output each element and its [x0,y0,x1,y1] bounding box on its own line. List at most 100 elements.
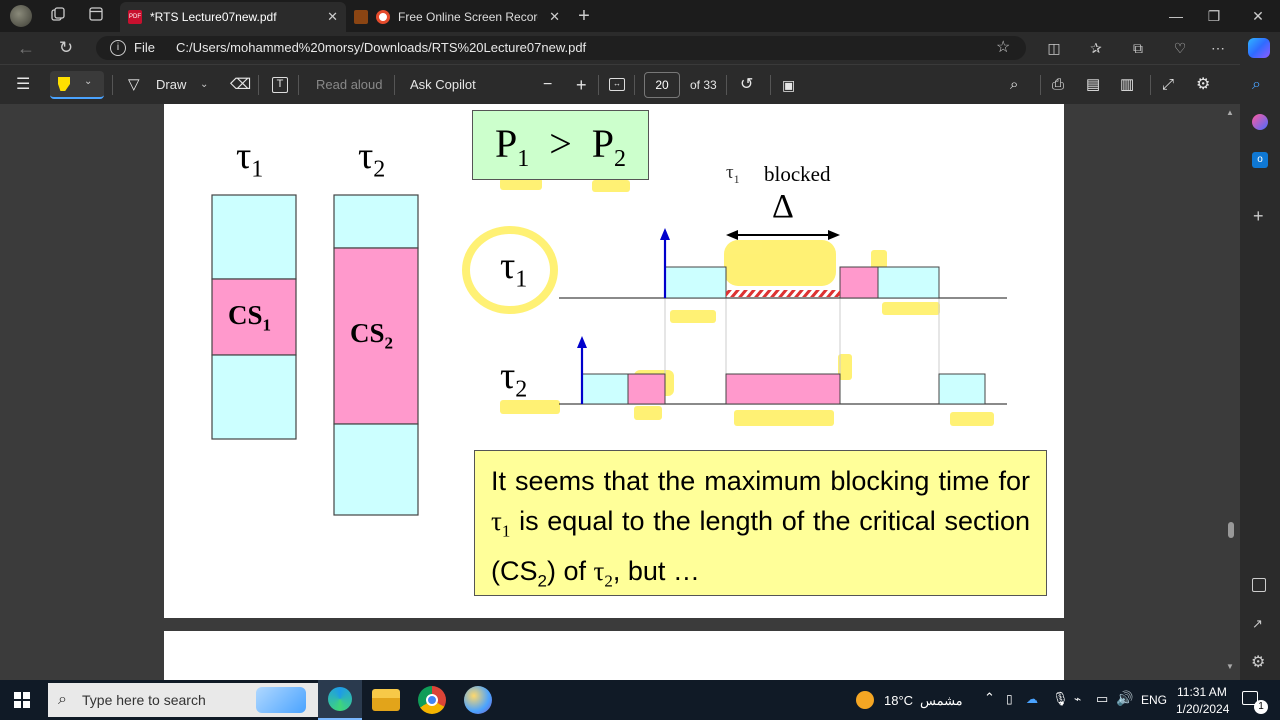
search-icon[interactable]: ⌕ [1010,75,1018,95]
weather-desc[interactable]: مشمس [920,693,963,709]
tau1-column-label: τ1 [236,135,264,183]
new-tab-icon[interactable]: + [574,6,594,26]
weather-icon[interactable] [856,691,874,709]
info-icon[interactable]: i [110,40,126,56]
tau2-exec-block [938,373,986,405]
sidebar-toggle-icon[interactable] [1252,578,1266,592]
text-box-icon[interactable]: T [272,77,288,93]
health-icon[interactable]: ♡ [1170,38,1190,58]
page-view-icon[interactable]: ▣ [782,75,795,95]
paint-icon[interactable] [464,686,492,714]
pdf-icon: PDF [128,10,142,24]
workspaces-icon[interactable] [48,6,68,26]
scrollbar-thumb[interactable] [1228,522,1234,538]
arrow-head [660,228,670,240]
clock-time[interactable]: 11:31 AM [1177,685,1227,699]
tau1-cs-block [839,266,879,299]
url-text[interactable]: C:/Users/mohammed%20morsy/Downloads/RTS%… [176,36,586,60]
scroll-up-icon[interactable]: ▲ [1226,108,1234,117]
chevron-down-icon[interactable]: ⌄ [200,75,208,95]
tau2-timeline-label: τ2 [500,355,528,403]
eraser-icon[interactable]: ⌫ [230,75,251,95]
outlook-icon[interactable]: o [1252,152,1268,168]
contents-icon[interactable]: ☰ [16,75,30,95]
pdf-next-page [164,631,1064,680]
pdf-viewer[interactable]: τ1 τ2 CS1 CS2 P1 > P2 τ1 blocked Δ τ1 τ2 [0,104,1240,680]
close-window-icon[interactable]: ✕ [1248,6,1268,26]
chevron-down-icon[interactable]: ⌄ [84,76,92,87]
refresh-icon[interactable]: ↻ [56,38,76,58]
clock-date[interactable]: 1/20/2024 [1176,702,1229,716]
chrome-icon[interactable] [418,686,446,714]
weather-temp[interactable]: 18°C [884,693,913,708]
tab-pdf[interactable]: PDF *RTS Lecture07new.pdf ✕ [120,2,346,32]
minimize-icon[interactable]: — [1166,6,1186,26]
page-total: of 33 [690,78,717,92]
highlight-mark [592,180,630,192]
page-number-input[interactable]: 20 [644,72,680,98]
url-box[interactable]: i File C:/Users/mohammed%20morsy/Downloa… [96,36,1026,60]
windows-taskbar: ⌕ Type here to search 18°C مشمس ⌃ ▯ ☁ 🎙 … [0,680,1280,720]
save-icon[interactable]: ▤ [1086,75,1100,95]
language-indicator[interactable]: ENG [1141,693,1167,707]
highlight-button[interactable]: ⌄ [50,71,104,99]
external-link-icon[interactable]: ↗ [1252,616,1263,632]
volume-icon[interactable]: 🔊 [1116,690,1133,707]
zoom-in-button[interactable]: + [576,75,587,95]
tab-recorder[interactable]: Free Online Screen Recorde ✕ [346,2,568,32]
close-tab-icon[interactable]: ✕ [549,9,560,25]
fullscreen-icon[interactable]: ⤢ [1162,75,1174,95]
ask-copilot-button[interactable]: Ask Copilot [410,75,476,95]
settings-gear-icon[interactable]: ⚙ [1196,75,1210,95]
tab-actions-icon[interactable] [86,6,106,26]
back-icon[interactable]: ← [16,38,36,58]
fit-width-icon[interactable]: ↔ [609,78,625,91]
save-as-icon[interactable]: ▥ [1120,75,1134,95]
tab-title: Free Online Screen Recorde [398,10,538,24]
windows-start-icon[interactable] [14,692,30,708]
tau1-exec-block [664,266,727,299]
search-placeholder: Type here to search [82,692,206,708]
highlight-mark [634,406,662,420]
favorites-icon[interactable]: ✰ [1086,38,1106,58]
rotate-icon[interactable]: ↺ [740,75,753,95]
record-icon [376,10,390,24]
file-label: File [134,40,155,55]
settings-gear-icon[interactable]: ⚙ [1251,652,1265,672]
more-icon[interactable]: ⋯ [1208,38,1228,58]
priority-box: P1 > P2 [472,110,649,180]
restore-icon[interactable]: ❐ [1204,6,1224,26]
copilot-icon[interactable] [1248,38,1270,58]
microphone-icon[interactable]: 🎙 [1052,691,1069,707]
print-icon[interactable]: ⎙ [1052,75,1064,95]
draw-icon[interactable]: ▽ [128,75,140,95]
blocked-tau-label: τ1 [726,162,740,186]
search-highlight-icon [256,687,306,713]
zoom-out-button[interactable]: − [543,75,552,95]
split-screen-icon[interactable]: ◫ [1044,38,1064,58]
search-icon[interactable]: ⌕ [1252,76,1261,94]
highlighter-icon [58,77,70,91]
onedrive-icon[interactable]: ☁ [1026,692,1038,706]
chevron-up-icon[interactable]: ⌃ [984,690,995,706]
pdf-page: τ1 τ2 CS1 CS2 P1 > P2 τ1 blocked Δ τ1 τ2 [164,104,1064,618]
copilot-sidebar-icon[interactable] [1252,114,1268,130]
favorite-star-icon[interactable]: ☆ [996,36,1010,60]
close-tab-icon[interactable]: ✕ [327,9,338,25]
scroll-down-icon[interactable]: ▼ [1226,662,1234,671]
file-explorer-icon[interactable] [372,689,400,711]
draw-label[interactable]: Draw [156,75,186,95]
collections-icon[interactable]: ⧉ [1128,38,1148,58]
delta-label: Δ [772,188,794,225]
tray-icon[interactable]: ▯ [1006,692,1013,706]
taskbar-search[interactable]: ⌕ Type here to search [48,683,318,717]
usb-icon[interactable]: ⌁ [1074,692,1081,706]
network-icon[interactable]: ▭ [1096,691,1108,707]
read-aloud-button[interactable]: Read aloud [316,75,383,95]
edge-app-icon[interactable] [318,680,362,720]
add-icon[interactable]: + [1253,206,1264,227]
search-icon: ⌕ [58,691,67,708]
arrow-head [577,336,587,348]
arrow-head [726,230,738,240]
profile-avatar[interactable] [10,5,32,27]
